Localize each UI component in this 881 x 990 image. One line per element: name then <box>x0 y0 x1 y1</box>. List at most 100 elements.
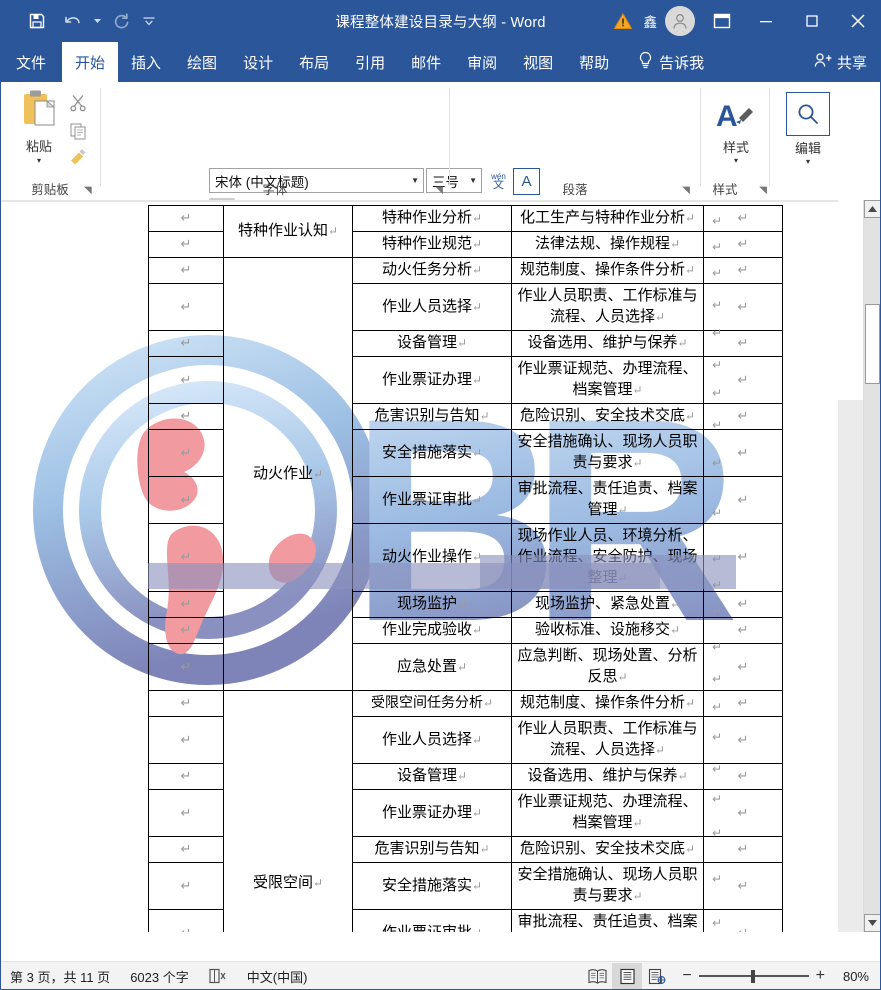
cell-seq[interactable]: ↵ <box>148 476 224 524</box>
customize-quick-access-icon[interactable] <box>140 4 158 38</box>
cell-task[interactable]: 危害识别与告知↵ <box>352 403 512 430</box>
ribbon-display-options-icon[interactable] <box>701 0 743 42</box>
cell-seq[interactable]: ↵ <box>148 231 224 258</box>
cell-content[interactable]: 作业票证规范、办理流程、档案管理↵ <box>511 789 704 837</box>
cell-task[interactable]: 特种作业分析↵ <box>352 205 512 232</box>
tab-view[interactable]: 视图 <box>510 42 566 82</box>
styles-chevron-down-icon[interactable]: ▾ <box>734 156 738 165</box>
cell-content[interactable]: 化工生产与特种作业分析↵ <box>511 205 704 232</box>
zoom-controls[interactable]: − + <box>672 967 835 985</box>
cell-seq[interactable]: ↵ <box>148 523 224 592</box>
cell-seq[interactable]: ↵ <box>148 403 224 430</box>
cell-task[interactable]: 作业票证办理↵ <box>352 789 512 837</box>
zoom-out-button[interactable]: − <box>682 967 691 985</box>
cell-content[interactable]: 应急判断、现场处置、分析反思↵ <box>511 643 704 691</box>
cell-seq[interactable]: ↵ <box>148 429 224 477</box>
cell-task[interactable]: 受限空间任务分析↵ <box>352 690 512 717</box>
cell-content[interactable]: 设备选用、维护与保养↵ <box>511 763 704 790</box>
cell-extra[interactable]: ↵ <box>703 836 783 863</box>
tell-me-box[interactable]: 告诉我 <box>622 42 714 82</box>
cell-module[interactable]: 动火作业↵ <box>223 257 353 691</box>
print-layout-button[interactable] <box>612 963 643 989</box>
cell-content[interactable]: 审批流程、责任追责、档案管理↵ <box>511 909 704 932</box>
styles-button[interactable]: A 样式 ▾ <box>711 96 761 165</box>
zoom-level[interactable]: 80% <box>835 969 881 984</box>
cell-content[interactable]: 作业人员职责、工作标准与流程、人员选择↵ <box>511 283 704 331</box>
cell-task[interactable]: 作业票证审批↵ <box>352 909 512 932</box>
cell-seq[interactable]: ↵ <box>148 763 224 790</box>
cell-seq[interactable]: ↵ <box>148 836 224 863</box>
cell-seq[interactable]: ↵ <box>148 909 224 932</box>
cell-task[interactable]: 动火作业操作↵ <box>352 523 512 592</box>
close-button[interactable] <box>835 0 881 42</box>
cell-content[interactable]: 验收标准、设施移交↵ <box>511 617 704 644</box>
cell-seq[interactable]: ↵ <box>148 617 224 644</box>
cell-seq[interactable]: ↵ <box>148 862 224 910</box>
copy-icon[interactable] <box>64 118 92 144</box>
editing-button[interactable]: 编辑 ▾ <box>778 92 838 166</box>
paste-chevron-down-icon[interactable]: ▾ <box>37 156 41 165</box>
paste-button[interactable]: 粘贴 ▾ <box>10 88 68 176</box>
tab-review[interactable]: 审阅 <box>454 42 510 82</box>
cell-content[interactable]: 现场作业人员、环境分析、作业流程、安全防护、现场整理↵ <box>511 523 704 592</box>
tab-design[interactable]: 设计 <box>230 42 286 82</box>
zoom-slider-thumb[interactable] <box>750 970 755 983</box>
zoom-in-button[interactable]: + <box>816 967 825 985</box>
tab-help[interactable]: 帮助 <box>566 42 622 82</box>
scroll-up-button[interactable] <box>864 200 881 218</box>
cell-task[interactable]: 安全措施落实↵ <box>352 429 512 477</box>
cell-task[interactable]: 安全措施落实↵ <box>352 862 512 910</box>
document-table[interactable]: ↵ 特种作业认知↵ 特种作业分析↵ 化工生产与特种作业分析↵ ↵ ↵ 特种作业规… <box>148 205 783 932</box>
maximize-restore-button[interactable] <box>789 0 835 42</box>
cell-task[interactable]: 应急处置↵ <box>352 643 512 691</box>
read-mode-button[interactable] <box>582 963 612 989</box>
styles-dialog-launcher-icon[interactable]: ◥ <box>759 185 767 196</box>
language-indicator[interactable]: 中文(中国) <box>237 967 318 986</box>
save-icon[interactable] <box>20 4 54 38</box>
zoom-slider[interactable] <box>698 970 809 983</box>
scrollbar-thumb[interactable] <box>865 304 880 384</box>
cell-seq[interactable]: ↵ <box>148 591 224 618</box>
proofing-errors-icon[interactable] <box>199 968 237 984</box>
tab-references[interactable]: 引用 <box>342 42 398 82</box>
table-row[interactable]: ↵ 受限空间↵ 受限空间任务分析↵ 规范制度、操作条件分析↵ ↵ <box>148 690 783 932</box>
cell-task[interactable]: 危害识别与告知↵ <box>352 836 512 863</box>
cell-task[interactable]: 作业完成验收↵ <box>352 617 512 644</box>
cell-content[interactable]: 安全措施确认、现场人员职责与要求↵ <box>511 862 704 910</box>
cell-task[interactable]: 现场监护↵ <box>352 591 512 618</box>
cell-content[interactable]: 安全措施确认、现场人员职责与要求↵ <box>511 429 704 477</box>
cell-content[interactable]: 法律法规、操作规程↵ <box>511 231 704 258</box>
cell-module[interactable]: 特种作业认知↵ <box>223 205 353 258</box>
undo-icon[interactable] <box>56 4 90 38</box>
cell-task[interactable]: 作业票证审批↵ <box>352 476 512 524</box>
cell-seq[interactable]: ↵ <box>148 283 224 331</box>
search-icon[interactable] <box>786 92 830 136</box>
cell-task[interactable]: 动火任务分析↵ <box>352 257 512 284</box>
cell-content[interactable]: 作业票证规范、办理流程、档案管理↵ <box>511 356 704 404</box>
cell-seq[interactable]: ↵ <box>148 643 224 691</box>
tab-layout[interactable]: 布局 <box>286 42 342 82</box>
tab-home[interactable]: 开始 <box>62 42 119 82</box>
tab-file[interactable]: 文件 <box>0 42 62 82</box>
cell-task[interactable]: 作业人员选择↵ <box>352 716 512 764</box>
table-row[interactable]: ↵ 特种作业认知↵ 特种作业分析↵ 化工生产与特种作业分析↵ ↵ <box>148 205 783 258</box>
word-count[interactable]: 6023 个字 <box>120 967 199 986</box>
cell-content[interactable]: 设备选用、维护与保养↵ <box>511 330 704 357</box>
cell-content[interactable]: 规范制度、操作条件分析↵ <box>511 690 704 717</box>
editing-chevron-down-icon[interactable]: ▾ <box>806 157 810 166</box>
cell-seq[interactable]: ↵ <box>148 690 224 717</box>
share-button[interactable]: 共享 <box>814 42 867 82</box>
cell-task[interactable]: 作业票证办理↵ <box>352 356 512 404</box>
cell-task[interactable]: 设备管理↵ <box>352 330 512 357</box>
paragraph-dialog-launcher-icon[interactable]: ◥ <box>682 185 690 196</box>
cell-seq[interactable]: ↵ <box>148 716 224 764</box>
cell-seq[interactable]: ↵ <box>148 330 224 357</box>
cell-task[interactable]: 设备管理↵ <box>352 763 512 790</box>
document-canvas[interactable]: B R ↵ 特种作业认知↵ 特种作业分析↵ 化工生产与特种作业分析↵ ↵ ↵ 特… <box>0 200 881 932</box>
cell-seq[interactable]: ↵ <box>148 257 224 284</box>
redo-icon[interactable] <box>104 4 138 38</box>
minimize-button[interactable] <box>743 0 789 42</box>
clipboard-dialog-launcher-icon[interactable]: ◥ <box>84 185 92 196</box>
font-dialog-launcher-icon[interactable]: ◥ <box>435 185 443 196</box>
cell-content[interactable]: 危险识别、安全技术交底↵ <box>511 836 704 863</box>
